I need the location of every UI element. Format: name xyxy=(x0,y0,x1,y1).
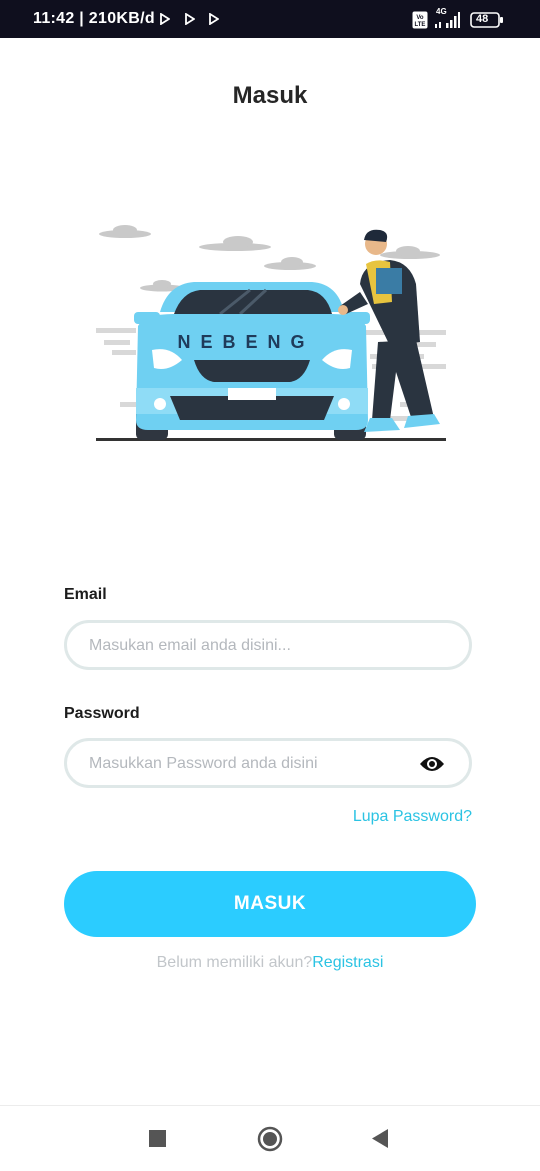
svg-text:Vo: Vo xyxy=(416,15,424,21)
nav-home-icon[interactable] xyxy=(257,1126,283,1152)
battery-level: 48 xyxy=(476,13,489,25)
forgot-password-link[interactable]: Lupa Password? xyxy=(353,808,472,826)
car-illustration: NEBENG xyxy=(96,225,446,441)
password-label: Password xyxy=(64,705,140,722)
status-indicators: Vo LTE 4G 48 xyxy=(412,7,512,29)
email-label: Email xyxy=(64,586,107,603)
status-time: 11:42 | 210KB/d xyxy=(33,10,155,27)
register-prompt-line: Belum memiliki akun?Registrasi xyxy=(0,954,540,972)
email-field-container xyxy=(64,620,472,670)
signal-icon xyxy=(435,12,460,28)
password-input[interactable] xyxy=(87,741,411,787)
play-icon xyxy=(209,13,219,25)
car-brand-text: NEBENG xyxy=(177,332,314,352)
register-link[interactable]: Registrasi xyxy=(312,954,383,971)
volte-icon: Vo LTE xyxy=(412,11,428,29)
play-icon xyxy=(160,13,170,25)
status-bar: 11:42 | 210KB/d Vo LTE 4G 48 xyxy=(0,0,540,38)
play-icon xyxy=(185,13,195,25)
nav-back-icon[interactable] xyxy=(372,1129,389,1148)
register-prompt: Belum memiliki akun? xyxy=(156,954,313,971)
eye-icon[interactable] xyxy=(419,755,445,773)
system-nav-bar xyxy=(0,1105,540,1171)
page-title: Masuk xyxy=(232,82,308,109)
svg-text:LTE: LTE xyxy=(415,22,426,28)
login-button[interactable]: MASUK xyxy=(64,871,476,937)
password-field-container xyxy=(64,738,472,788)
email-input[interactable] xyxy=(87,623,411,669)
nav-recent-icon[interactable] xyxy=(149,1130,166,1147)
